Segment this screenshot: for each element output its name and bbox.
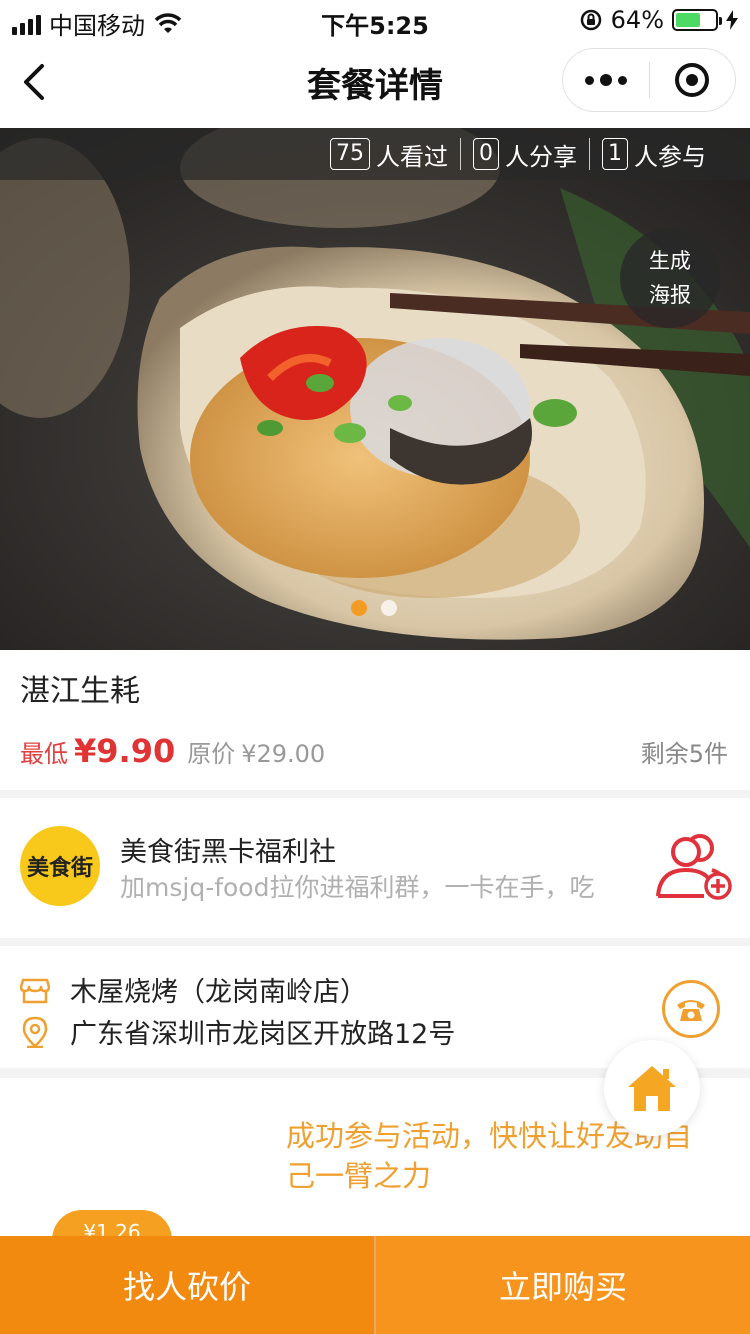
nav-bar: 套餐详情 — [0, 40, 750, 128]
page: 中国移动 下午5:25 64% 套餐详情 75 人看过 0 人分享 1 人参与 … — [0, 0, 750, 1334]
views-stat: 75 人看过 — [318, 137, 460, 172]
original-price: ¥29.00 — [241, 740, 326, 768]
hero-carousel[interactable]: 75 人看过 0 人分享 1 人参与 生成 海报 — [0, 128, 750, 650]
lowest-price-label: 最低 — [20, 740, 68, 768]
generate-poster-button[interactable]: 生成 海报 — [620, 228, 720, 328]
more-options-button[interactable] — [563, 49, 649, 111]
shares-label: 人分享 — [505, 142, 577, 171]
shares-stat: 0 人分享 — [461, 137, 589, 172]
poster-line2: 海报 — [649, 283, 691, 307]
buy-now-button[interactable]: 立即购买 — [376, 1236, 750, 1334]
battery-icon — [672, 9, 722, 31]
store-icon — [20, 978, 50, 1003]
add-group-button[interactable] — [654, 834, 734, 906]
home-button[interactable] — [604, 1040, 700, 1136]
oyster-photo — [0, 128, 750, 650]
group-name: 美食街黑卡福利社 — [120, 837, 336, 868]
participants-stat: 1 人参与 — [590, 137, 718, 172]
telephone-icon — [677, 1000, 705, 1021]
add-user-icon — [656, 834, 732, 900]
carousel-dot[interactable] — [381, 600, 397, 616]
battery-fill — [676, 13, 701, 27]
mini-program-capsule — [562, 48, 736, 112]
product-title: 湛江生耗 — [20, 674, 140, 709]
home-icon — [628, 1066, 676, 1111]
more-dot-icon — [617, 75, 627, 85]
original-price-label: 原价 — [187, 740, 236, 768]
group-logo: 美食街 — [20, 826, 100, 906]
carousel-indicator — [351, 600, 397, 616]
poster-line1: 生成 — [649, 249, 691, 273]
orientation-lock-icon — [580, 9, 601, 31]
more-dot-icon — [599, 74, 612, 86]
location-pin-icon — [22, 1016, 48, 1048]
group-logo-text: 美食街 — [26, 855, 93, 881]
views-count: 75 — [330, 138, 370, 170]
store-address: 广东省深圳市龙岗区开放路12号 — [70, 1019, 456, 1050]
stats-bar: 75 人看过 0 人分享 1 人参与 — [0, 128, 750, 180]
bottom-action-bar: 找人砍价 立即购买 — [0, 1236, 750, 1334]
group-description: 加msjq-food拉你进福利群，一卡在手，吃 — [120, 873, 595, 902]
charging-bolt-icon — [726, 10, 738, 30]
shares-count: 0 — [473, 138, 499, 170]
participants-count: 1 — [602, 138, 628, 170]
views-label: 人看过 — [376, 142, 448, 171]
price-row: 最低 ¥9.90 原价 ¥29.00 — [20, 732, 325, 770]
product-info: 湛江生耗 最低 ¥9.90 原价 ¥29.00 剩余5件 — [0, 650, 750, 790]
store-name-row: 木屋烧烤（龙岗南岭店） — [20, 970, 367, 1009]
call-store-button[interactable] — [662, 980, 720, 1038]
close-miniprogram-button[interactable] — [650, 49, 736, 111]
find-bargain-helper-button[interactable]: 找人砍价 — [0, 1236, 376, 1334]
lowest-price: ¥9.90 — [74, 732, 176, 770]
remaining-stock: 剩余5件 — [640, 740, 728, 768]
carousel-dot[interactable] — [351, 600, 367, 616]
more-dot-icon — [584, 75, 594, 85]
target-icon — [675, 63, 710, 97]
participants-label: 人参与 — [634, 142, 706, 171]
welfare-group-card[interactable]: 美食街 美食街黑卡福利社 加msjq-food拉你进福利群，一卡在手，吃 — [0, 798, 750, 938]
store-name: 木屋烧烤（龙岗南岭店） — [70, 977, 367, 1008]
battery-percent: 64% — [610, 6, 664, 34]
status-right: 64% — [579, 6, 738, 34]
status-bar: 中国移动 下午5:25 64% — [0, 0, 750, 40]
store-address-row[interactable]: 广东省深圳市龙岗区开放路12号 — [20, 1012, 455, 1051]
